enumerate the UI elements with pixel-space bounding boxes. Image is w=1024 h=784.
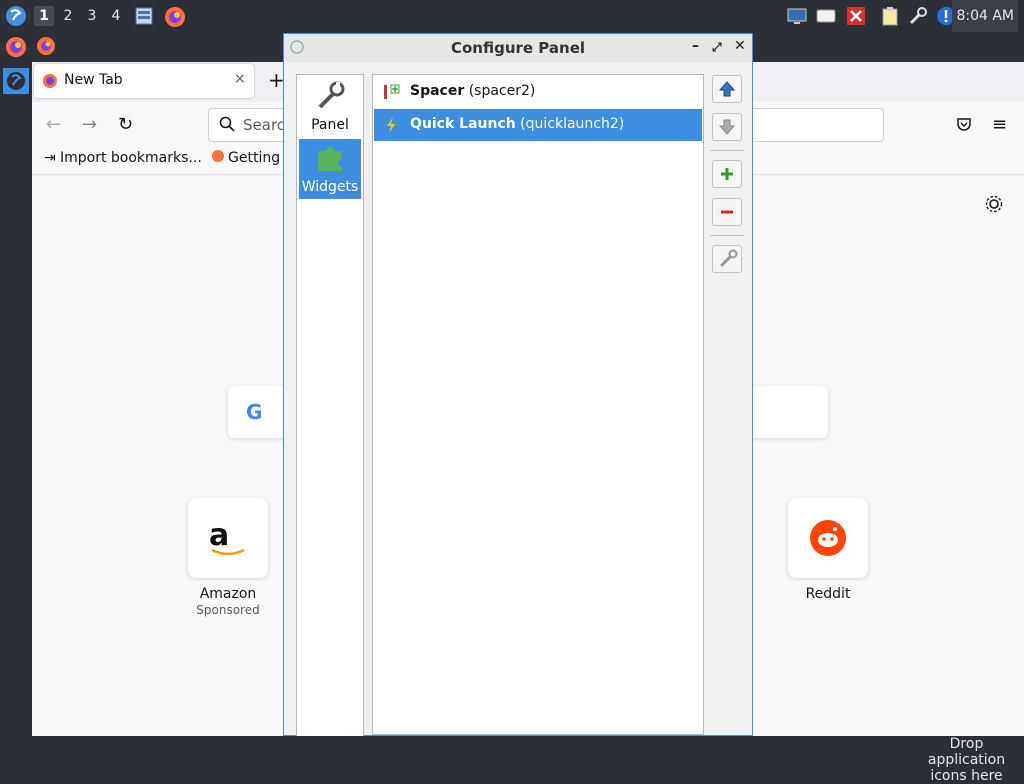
top-panel: 1 2 3 4 8:04 AM [0, 0, 1024, 32]
minimize-button[interactable]: – [692, 38, 699, 54]
dialog-title: Configure Panel [450, 39, 586, 57]
minus-icon [721, 210, 733, 214]
left-panel-strip [0, 62, 32, 736]
monitor-icon[interactable] [787, 6, 807, 26]
spacer-icon [384, 84, 400, 99]
arrow-down-icon [718, 119, 736, 135]
bookmark-import[interactable]: ⇥ Import bookmarks... [44, 150, 202, 166]
plus-icon [721, 168, 733, 180]
puzzle-icon [318, 147, 342, 171]
google-icon: G [246, 400, 263, 424]
lxqt-menu-icon[interactable] [4, 4, 28, 28]
page-list: Panel Widgets [296, 74, 364, 738]
bookmark-getting-started[interactable]: Getting [212, 150, 280, 166]
menu-icon[interactable]: ≡ [992, 114, 1007, 135]
restore-button[interactable]: ⤢ [712, 40, 722, 55]
pocket-icon[interactable] [956, 116, 972, 136]
page-panel[interactable]: Panel [299, 77, 361, 137]
lxqt-task-icon[interactable] [3, 68, 29, 94]
drive-icon[interactable] [816, 6, 836, 26]
settings-gear-icon[interactable] [985, 195, 1003, 217]
configure-widget-button[interactable] [712, 245, 742, 273]
tile-amazon[interactable]: a [188, 498, 268, 578]
bookmark-label: Getting [228, 150, 281, 166]
workspace-2[interactable]: 2 [58, 6, 78, 26]
bookmark-label: Import bookmarks... [60, 150, 202, 166]
close-red-icon[interactable] [846, 6, 866, 26]
amazon-smile-icon [211, 548, 245, 556]
import-icon: ⇥ [44, 150, 56, 166]
firefox-icon [42, 73, 58, 93]
widget-label: Spacer (spacer2) [410, 83, 536, 99]
page-label: Panel [311, 117, 349, 133]
move-down-button[interactable] [712, 113, 742, 141]
workspace-4[interactable]: 4 [106, 6, 126, 26]
list-item[interactable]: Spacer (spacer2) [374, 76, 702, 108]
tab-title: New Tab [64, 72, 123, 88]
remove-widget-button[interactable] [712, 198, 742, 226]
clock[interactable]: 8:04 AM [952, 0, 1018, 32]
dialog-titlebar[interactable]: Configure Panel – ⤢ ✕ [284, 34, 752, 62]
wrench-icon [318, 81, 345, 109]
lightning-icon [387, 117, 395, 133]
configure-panel-dialog: Configure Panel – ⤢ ✕ Panel Widgets Spac… [283, 33, 753, 738]
page-widgets[interactable]: Widgets [299, 139, 361, 199]
close-button[interactable]: ✕ [734, 38, 746, 54]
page-label: Widgets [301, 179, 359, 195]
firefox-icon[interactable] [164, 6, 185, 27]
arrow-up-icon [718, 81, 736, 97]
firefox-icon[interactable] [36, 36, 56, 60]
reload-icon[interactable]: ↻ [118, 114, 133, 135]
tab-close-icon[interactable]: × [234, 71, 246, 87]
bottom-panel [0, 736, 1024, 768]
file-manager-icon[interactable] [134, 6, 154, 26]
workspace-3[interactable]: 3 [82, 6, 102, 26]
search-icon [219, 116, 235, 136]
list-item[interactable]: Quick Launch (quicklaunch2) [374, 109, 702, 141]
widget-label: Quick Launch (quicklaunch2) [410, 116, 625, 132]
back-icon[interactable]: ← [46, 114, 61, 135]
tile-reddit[interactable] [788, 498, 868, 578]
tile-label: Reddit [805, 586, 851, 602]
firefox-icon[interactable] [5, 36, 27, 62]
workspace-1[interactable]: 1 [34, 6, 54, 26]
reddit-icon [810, 520, 846, 556]
tile-sponsored: Sponsored [196, 603, 260, 617]
separator [710, 235, 744, 236]
clipboard-icon[interactable] [880, 6, 900, 26]
drop-hint[interactable]: Drop application icons here [909, 736, 1024, 784]
tile-label: Amazon [199, 586, 257, 602]
forward-icon[interactable]: → [82, 114, 97, 135]
tab-new-tab[interactable]: New Tab × [34, 64, 254, 98]
widget-list: Spacer (spacer2) Quick Launch (quicklaun… [372, 74, 704, 735]
separator [710, 150, 744, 151]
firefox-icon [212, 150, 224, 162]
add-widget-button[interactable] [712, 160, 742, 188]
move-up-button[interactable] [712, 75, 742, 103]
network-icon[interactable] [908, 6, 928, 26]
configure-icon [719, 249, 738, 268]
